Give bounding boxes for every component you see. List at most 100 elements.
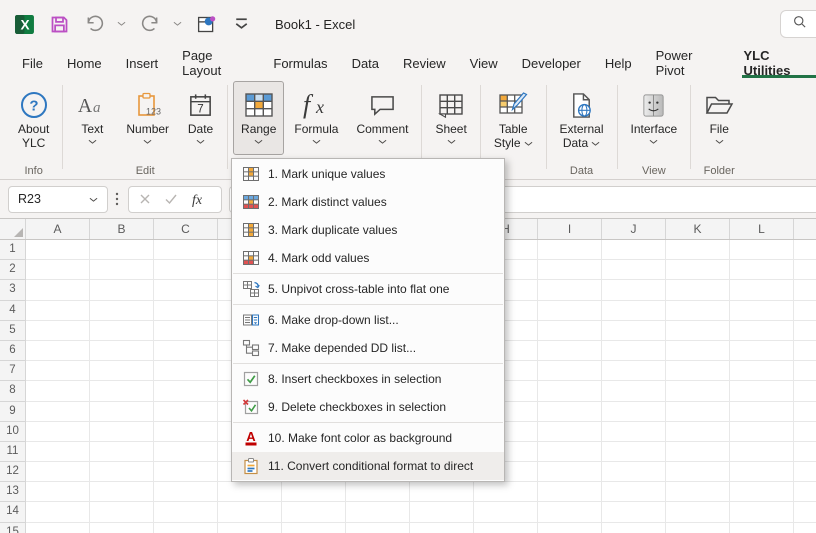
cell[interactable] — [154, 260, 218, 280]
cell[interactable] — [666, 462, 730, 482]
cell[interactable] — [730, 422, 794, 442]
column-header-a[interactable]: A — [26, 219, 90, 239]
cell[interactable] — [26, 482, 90, 502]
chevron-down-icon[interactable] — [117, 19, 127, 29]
cell[interactable] — [666, 523, 730, 533]
cell[interactable] — [346, 482, 410, 502]
row-header-15[interactable]: 15 — [0, 523, 26, 533]
qat-customize-icon[interactable] — [229, 12, 253, 36]
cell[interactable] — [154, 280, 218, 300]
cell[interactable] — [794, 361, 816, 381]
cell[interactable] — [538, 462, 602, 482]
tab-data[interactable]: Data — [350, 48, 381, 78]
row-header-10[interactable]: 10 — [0, 422, 26, 442]
cell[interactable] — [474, 502, 538, 522]
cell[interactable] — [538, 442, 602, 462]
row-header-13[interactable]: 13 — [0, 482, 26, 502]
cell[interactable] — [90, 240, 154, 260]
cell[interactable] — [730, 301, 794, 321]
cell[interactable] — [90, 381, 154, 401]
cell[interactable] — [346, 523, 410, 533]
cell[interactable] — [602, 361, 666, 381]
cell[interactable] — [90, 341, 154, 361]
tab-file[interactable]: File — [20, 48, 45, 78]
row-header-12[interactable]: 12 — [0, 462, 26, 482]
cell[interactable] — [794, 381, 816, 401]
cell[interactable] — [90, 442, 154, 462]
cell[interactable] — [794, 402, 816, 422]
ribbon-button-text[interactable]: AaText — [68, 81, 116, 155]
column-header-b[interactable]: B — [90, 219, 154, 239]
cell[interactable] — [538, 381, 602, 401]
cell[interactable] — [666, 280, 730, 300]
cell[interactable] — [794, 280, 816, 300]
cell[interactable] — [602, 462, 666, 482]
cell[interactable] — [90, 402, 154, 422]
cell[interactable] — [794, 482, 816, 502]
cell[interactable] — [282, 482, 346, 502]
cell[interactable] — [730, 321, 794, 341]
enter-icon[interactable] — [164, 193, 178, 205]
cell[interactable] — [26, 260, 90, 280]
cell[interactable] — [538, 482, 602, 502]
cell[interactable] — [538, 240, 602, 260]
cell[interactable] — [154, 361, 218, 381]
cell[interactable] — [666, 442, 730, 462]
cell[interactable] — [602, 442, 666, 462]
cell[interactable] — [90, 502, 154, 522]
tab-ylc-utilities[interactable]: YLC Utilities — [742, 48, 816, 78]
cell[interactable] — [154, 341, 218, 361]
cell[interactable] — [730, 442, 794, 462]
row-header-5[interactable]: 5 — [0, 321, 26, 341]
menu-item-5[interactable]: 5. Unpivot cross-table into flat one — [232, 275, 504, 303]
cell[interactable] — [730, 502, 794, 522]
cell[interactable] — [538, 301, 602, 321]
cell[interactable] — [538, 280, 602, 300]
row-header-9[interactable]: 9 — [0, 402, 26, 422]
cell[interactable] — [666, 482, 730, 502]
column-header-l[interactable]: L — [730, 219, 794, 239]
column-header-i[interactable]: I — [538, 219, 602, 239]
ribbon-button-sheet[interactable]: Sheet — [427, 81, 474, 155]
cell[interactable] — [474, 523, 538, 533]
cell[interactable] — [794, 523, 816, 533]
cell[interactable] — [154, 402, 218, 422]
cell[interactable] — [26, 341, 90, 361]
cell[interactable] — [730, 523, 794, 533]
insert-function-icon[interactable]: fx — [191, 191, 211, 207]
cell[interactable] — [794, 341, 816, 361]
cell[interactable] — [794, 502, 816, 522]
cell[interactable] — [666, 260, 730, 280]
cell[interactable] — [794, 442, 816, 462]
cell[interactable] — [26, 301, 90, 321]
cell[interactable] — [794, 462, 816, 482]
cell[interactable] — [154, 240, 218, 260]
tab-home[interactable]: Home — [65, 48, 104, 78]
cell[interactable] — [666, 502, 730, 522]
cell[interactable] — [602, 260, 666, 280]
cell[interactable] — [794, 422, 816, 442]
undo-icon[interactable] — [82, 12, 106, 36]
cell[interactable] — [730, 482, 794, 502]
cell[interactable] — [26, 240, 90, 260]
menu-item-2[interactable]: 2. Mark distinct values — [232, 188, 504, 216]
cell[interactable] — [26, 402, 90, 422]
cell[interactable] — [666, 240, 730, 260]
ribbon-button-about-ylc[interactable]: ?AboutYLC — [10, 81, 57, 155]
cell[interactable] — [154, 523, 218, 533]
cell[interactable] — [26, 280, 90, 300]
cell[interactable] — [90, 260, 154, 280]
cell[interactable] — [794, 301, 816, 321]
cell[interactable] — [410, 523, 474, 533]
cell[interactable] — [154, 502, 218, 522]
cell[interactable] — [602, 341, 666, 361]
cell[interactable] — [602, 422, 666, 442]
cell[interactable] — [602, 402, 666, 422]
cell[interactable] — [218, 523, 282, 533]
cell[interactable] — [154, 442, 218, 462]
cell[interactable] — [26, 523, 90, 533]
cell[interactable] — [26, 462, 90, 482]
row-header-6[interactable]: 6 — [0, 341, 26, 361]
cell[interactable] — [90, 321, 154, 341]
cell[interactable] — [26, 381, 90, 401]
